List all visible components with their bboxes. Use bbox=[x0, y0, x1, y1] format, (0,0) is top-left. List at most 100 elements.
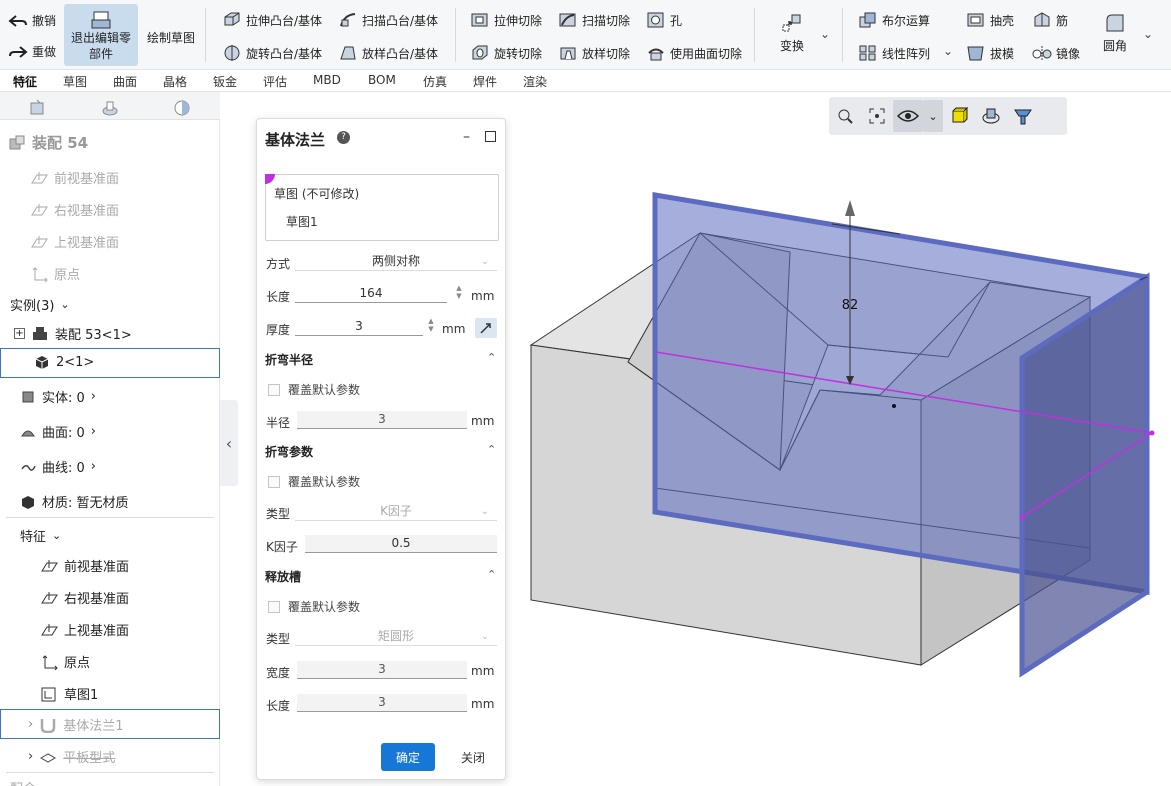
tab-9[interactable]: 焊件 bbox=[473, 73, 497, 90]
revolve-cut-button[interactable]: 旋转切除 bbox=[470, 44, 542, 62]
zoom-button[interactable] bbox=[829, 100, 861, 132]
length-stepper[interactable]: ▲ ▼ bbox=[454, 284, 464, 302]
extrude-boss-button[interactable]: 拉伸凸台/基体 bbox=[222, 11, 322, 29]
tree-item-origin[interactable]: 原点 bbox=[40, 652, 90, 671]
collapse-caret-icon[interactable]: ⌃ bbox=[487, 351, 496, 364]
tree-item-top-plane[interactable]: 上视基准面 bbox=[40, 620, 129, 639]
undo-button[interactable]: 撤销 bbox=[8, 12, 56, 29]
dimension-value[interactable]: 82 bbox=[842, 298, 859, 313]
linear-pattern-dropdown-chevron-icon[interactable]: ⌄ bbox=[943, 44, 953, 58]
thickness-stepper[interactable]: ▲ ▼ bbox=[426, 317, 436, 335]
restore-icon[interactable] bbox=[485, 131, 496, 142]
transform-dropdown-chevron-icon[interactable]: ⌄ bbox=[820, 27, 830, 41]
tree-item-right-plane-top[interactable]: 右视基准面 bbox=[30, 200, 119, 219]
relief-type-select[interactable]: 矩圆形 ⌄ bbox=[295, 628, 497, 646]
tree-item-solids[interactable]: 实体: 0 › bbox=[20, 387, 96, 406]
thickness-input[interactable]: 3 bbox=[295, 318, 423, 336]
bend-params-section[interactable]: 折弯参数 bbox=[265, 443, 313, 460]
view-orientation-button[interactable] bbox=[975, 100, 1007, 132]
tree-item-origin-top[interactable]: 原点 bbox=[30, 264, 80, 283]
loft-cut-button[interactable]: 放样切除 bbox=[558, 44, 630, 62]
boolean-button[interactable]: 布尔运算 bbox=[858, 11, 930, 29]
shell-button[interactable]: 抽壳 bbox=[966, 11, 1014, 29]
linear-pattern-button[interactable]: 线性阵列 bbox=[858, 44, 930, 62]
sketch-select-box[interactable]: 草图 (不可修改) 草图1 bbox=[265, 174, 499, 241]
tab-3[interactable]: 晶格 bbox=[163, 73, 187, 90]
tree-item-part-instance-selected[interactable] bbox=[0, 348, 220, 378]
tab-2[interactable]: 曲面 bbox=[113, 73, 137, 90]
tree-item-right-plane[interactable]: 右视基准面 bbox=[40, 588, 129, 607]
expand-icon[interactable]: + bbox=[14, 328, 25, 339]
instances-header[interactable]: 实例(3) ⌄ bbox=[10, 295, 70, 314]
tree-item-surfaces[interactable]: 曲面: 0 › bbox=[20, 422, 96, 441]
rib-button[interactable]: 筋 bbox=[1032, 11, 1068, 29]
minimize-icon[interactable]: – bbox=[463, 129, 470, 145]
section-view-button[interactable] bbox=[1007, 100, 1039, 132]
method-select[interactable]: 两侧对称 ⌄ bbox=[295, 253, 497, 271]
override-relief-checkbox[interactable]: 覆盖默认参数 bbox=[268, 598, 360, 615]
collapse-panel-handle[interactable]: ‹ bbox=[220, 400, 238, 486]
close-button[interactable]: 关闭 bbox=[453, 743, 493, 771]
feature-tree-tab[interactable] bbox=[22, 96, 52, 120]
override-radius-checkbox[interactable]: 覆盖默认参数 bbox=[268, 381, 360, 398]
sweep-boss-button[interactable]: 扫描凸台/基体 bbox=[338, 11, 438, 29]
hole-button[interactable]: 孔 bbox=[646, 11, 682, 29]
appearance-tab[interactable] bbox=[167, 96, 197, 120]
tab-1[interactable]: 草图 bbox=[63, 73, 87, 90]
relief-width-input[interactable]: 3 bbox=[297, 661, 467, 679]
tree-item-front-plane-top[interactable]: 前视基准面 bbox=[30, 168, 119, 187]
tree-item-sub-assembly[interactable]: + 装配 53<1> bbox=[14, 324, 132, 343]
length-input[interactable]: 164 bbox=[295, 285, 447, 303]
zoom-fit-button[interactable] bbox=[861, 100, 893, 132]
tree-item-part-instance[interactable]: 2<1> bbox=[34, 354, 94, 370]
bend-type-select[interactable]: K因子 ⌄ bbox=[295, 503, 497, 521]
assembly-title[interactable]: 装配 54 bbox=[8, 132, 88, 153]
redo-button[interactable]: 重做 bbox=[8, 43, 56, 60]
radius-input[interactable]: 3 bbox=[297, 411, 467, 429]
tree-item-sketch1[interactable]: 草图1 bbox=[40, 684, 98, 703]
tab-4[interactable]: 钣金 bbox=[213, 73, 237, 90]
visibility-dropdown-chevron-icon[interactable]: ⌄ bbox=[923, 100, 943, 132]
kfactor-input[interactable]: 0.5 bbox=[305, 535, 497, 553]
config-tab[interactable] bbox=[95, 96, 125, 120]
sketch-button[interactable]: 绘制草图 bbox=[147, 29, 195, 46]
tab-0[interactable]: 特征 bbox=[13, 73, 37, 90]
tree-item-front-plane[interactable]: 前视基准面 bbox=[40, 556, 129, 575]
visibility-button[interactable] bbox=[893, 100, 923, 132]
sketch-select-value[interactable]: 草图1 bbox=[286, 213, 318, 230]
tree-item-base-flange[interactable]: › 基体法兰1 bbox=[28, 715, 123, 734]
features-header[interactable]: 特征 ⌄ bbox=[20, 526, 61, 545]
tab-8[interactable]: 仿真 bbox=[423, 73, 447, 90]
tab-5[interactable]: 评估 bbox=[263, 73, 287, 90]
relief-length-input[interactable]: 3 bbox=[297, 694, 467, 712]
mates-header[interactable]: 配合 bbox=[10, 778, 36, 786]
tab-6[interactable]: MBD bbox=[313, 73, 341, 87]
collapse-caret-icon[interactable]: ⌃ bbox=[487, 443, 496, 456]
surface-cut-button[interactable]: 使用曲面切除 bbox=[646, 44, 742, 62]
transform-button[interactable]: 变换 bbox=[774, 12, 810, 54]
fillet-dropdown-chevron-icon[interactable]: ⌄ bbox=[1143, 27, 1153, 41]
revolve-boss-button[interactable]: 旋转凸台/基体 bbox=[222, 44, 322, 62]
exit-edit-part-button[interactable]: 退出编辑零 部件 bbox=[64, 4, 138, 66]
help-icon[interactable]: ? bbox=[337, 131, 350, 144]
tree-item-flat-pattern[interactable]: › 平板型式 bbox=[28, 747, 115, 766]
tab-7[interactable]: BOM bbox=[368, 73, 396, 87]
collapse-caret-icon[interactable]: ⌃ bbox=[487, 568, 496, 581]
tree-item-material[interactable]: 材质: 暂无材质 bbox=[20, 492, 129, 511]
ok-button[interactable]: 确定 bbox=[381, 743, 435, 771]
tree-item-top-plane-top[interactable]: 上视基准面 bbox=[30, 232, 119, 251]
reverse-direction-button[interactable] bbox=[475, 318, 497, 338]
tree-item-curves[interactable]: 曲线: 0 › bbox=[20, 457, 96, 476]
display-style-button[interactable] bbox=[943, 100, 975, 132]
mirror-button[interactable]: 镜像 bbox=[1032, 44, 1080, 62]
tab-10[interactable]: 渲染 bbox=[523, 73, 547, 90]
sweep-cut-button[interactable]: 扫描切除 bbox=[558, 11, 630, 29]
draft-button[interactable]: 拔模 bbox=[966, 44, 1014, 62]
loft-boss-button[interactable]: 放样凸台/基体 bbox=[338, 44, 438, 62]
dimension-arrow-up[interactable] bbox=[845, 200, 855, 216]
override-bend-checkbox[interactable]: 覆盖默认参数 bbox=[268, 473, 360, 490]
relief-section[interactable]: 释放槽 bbox=[265, 568, 301, 585]
extrude-cut-button[interactable]: 拉伸切除 bbox=[470, 11, 542, 29]
fillet-button[interactable]: 圆角 bbox=[1098, 12, 1132, 54]
bend-radius-section[interactable]: 折弯半径 bbox=[265, 351, 313, 368]
